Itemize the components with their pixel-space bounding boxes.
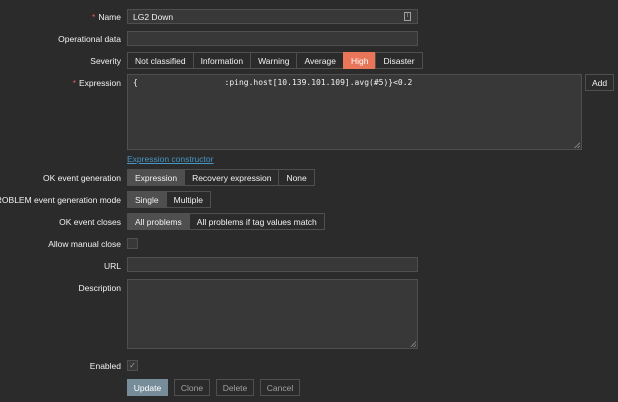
url-label: URL	[103, 261, 121, 271]
severity-label: Severity	[90, 56, 121, 66]
problem-mode-single[interactable]: Single	[127, 191, 167, 208]
name-input[interactable]: LG2 Down T	[127, 9, 418, 24]
text-format-icon[interactable]: T	[404, 12, 411, 21]
name-label: * Name	[92, 12, 121, 22]
ok-gen-none[interactable]: None	[278, 169, 315, 186]
expression-textarea[interactable]: { :ping.host[10.139.101.109].avg(#5)}<0.…	[127, 74, 582, 150]
allow-manual-close-checkbox[interactable]	[127, 238, 138, 249]
update-button[interactable]: Update	[127, 379, 168, 396]
expression-constructor-link[interactable]: Expression constructor	[127, 154, 213, 164]
operational-data-label: Operational data	[58, 34, 121, 44]
enabled-checkbox[interactable]: ✓	[127, 360, 138, 371]
resize-handle-icon[interactable]	[410, 341, 416, 347]
problem-mode-label: PROBLEM event generation mode	[0, 195, 121, 205]
problem-mode-multiple[interactable]: Multiple	[165, 191, 211, 208]
cancel-button[interactable]: Cancel	[260, 379, 300, 396]
ok-event-generation-selector: Expression Recovery expression None	[127, 169, 315, 186]
problem-mode-selector: Single Multiple	[127, 191, 211, 208]
description-textarea[interactable]	[127, 279, 418, 349]
severity-disaster[interactable]: Disaster	[375, 52, 423, 69]
description-label: Description	[78, 283, 121, 293]
severity-average[interactable]: Average	[296, 52, 344, 69]
closes-all-problems[interactable]: All problems	[127, 213, 190, 230]
severity-not-classified[interactable]: Not classified	[127, 52, 194, 69]
expression-label: * Expression	[72, 78, 121, 88]
severity-information[interactable]: Information	[192, 52, 252, 69]
clone-button[interactable]: Clone	[174, 379, 210, 396]
resize-handle-icon[interactable]	[574, 142, 580, 148]
severity-selector: Not classified Information Warning Avera…	[127, 52, 423, 69]
severity-high[interactable]: High	[342, 52, 377, 69]
checkmark-icon: ✓	[129, 361, 136, 370]
delete-button[interactable]: Delete	[216, 379, 254, 396]
ok-gen-recovery-expression[interactable]: Recovery expression	[184, 169, 280, 186]
ok-event-generation-label: OK event generation	[43, 173, 121, 183]
closes-tag-values-match[interactable]: All problems if tag values match	[188, 213, 325, 230]
allow-manual-close-label: Allow manual close	[48, 239, 121, 249]
operational-data-input[interactable]	[127, 31, 418, 46]
ok-gen-expression[interactable]: Expression	[127, 169, 186, 186]
severity-warning[interactable]: Warning	[250, 52, 298, 69]
enabled-label: Enabled	[89, 361, 121, 371]
ok-event-closes-label: OK event closes	[59, 217, 121, 227]
ok-event-closes-selector: All problems All problems if tag values …	[127, 213, 325, 230]
add-expression-button[interactable]: Add	[585, 74, 614, 91]
url-input[interactable]	[127, 257, 418, 272]
